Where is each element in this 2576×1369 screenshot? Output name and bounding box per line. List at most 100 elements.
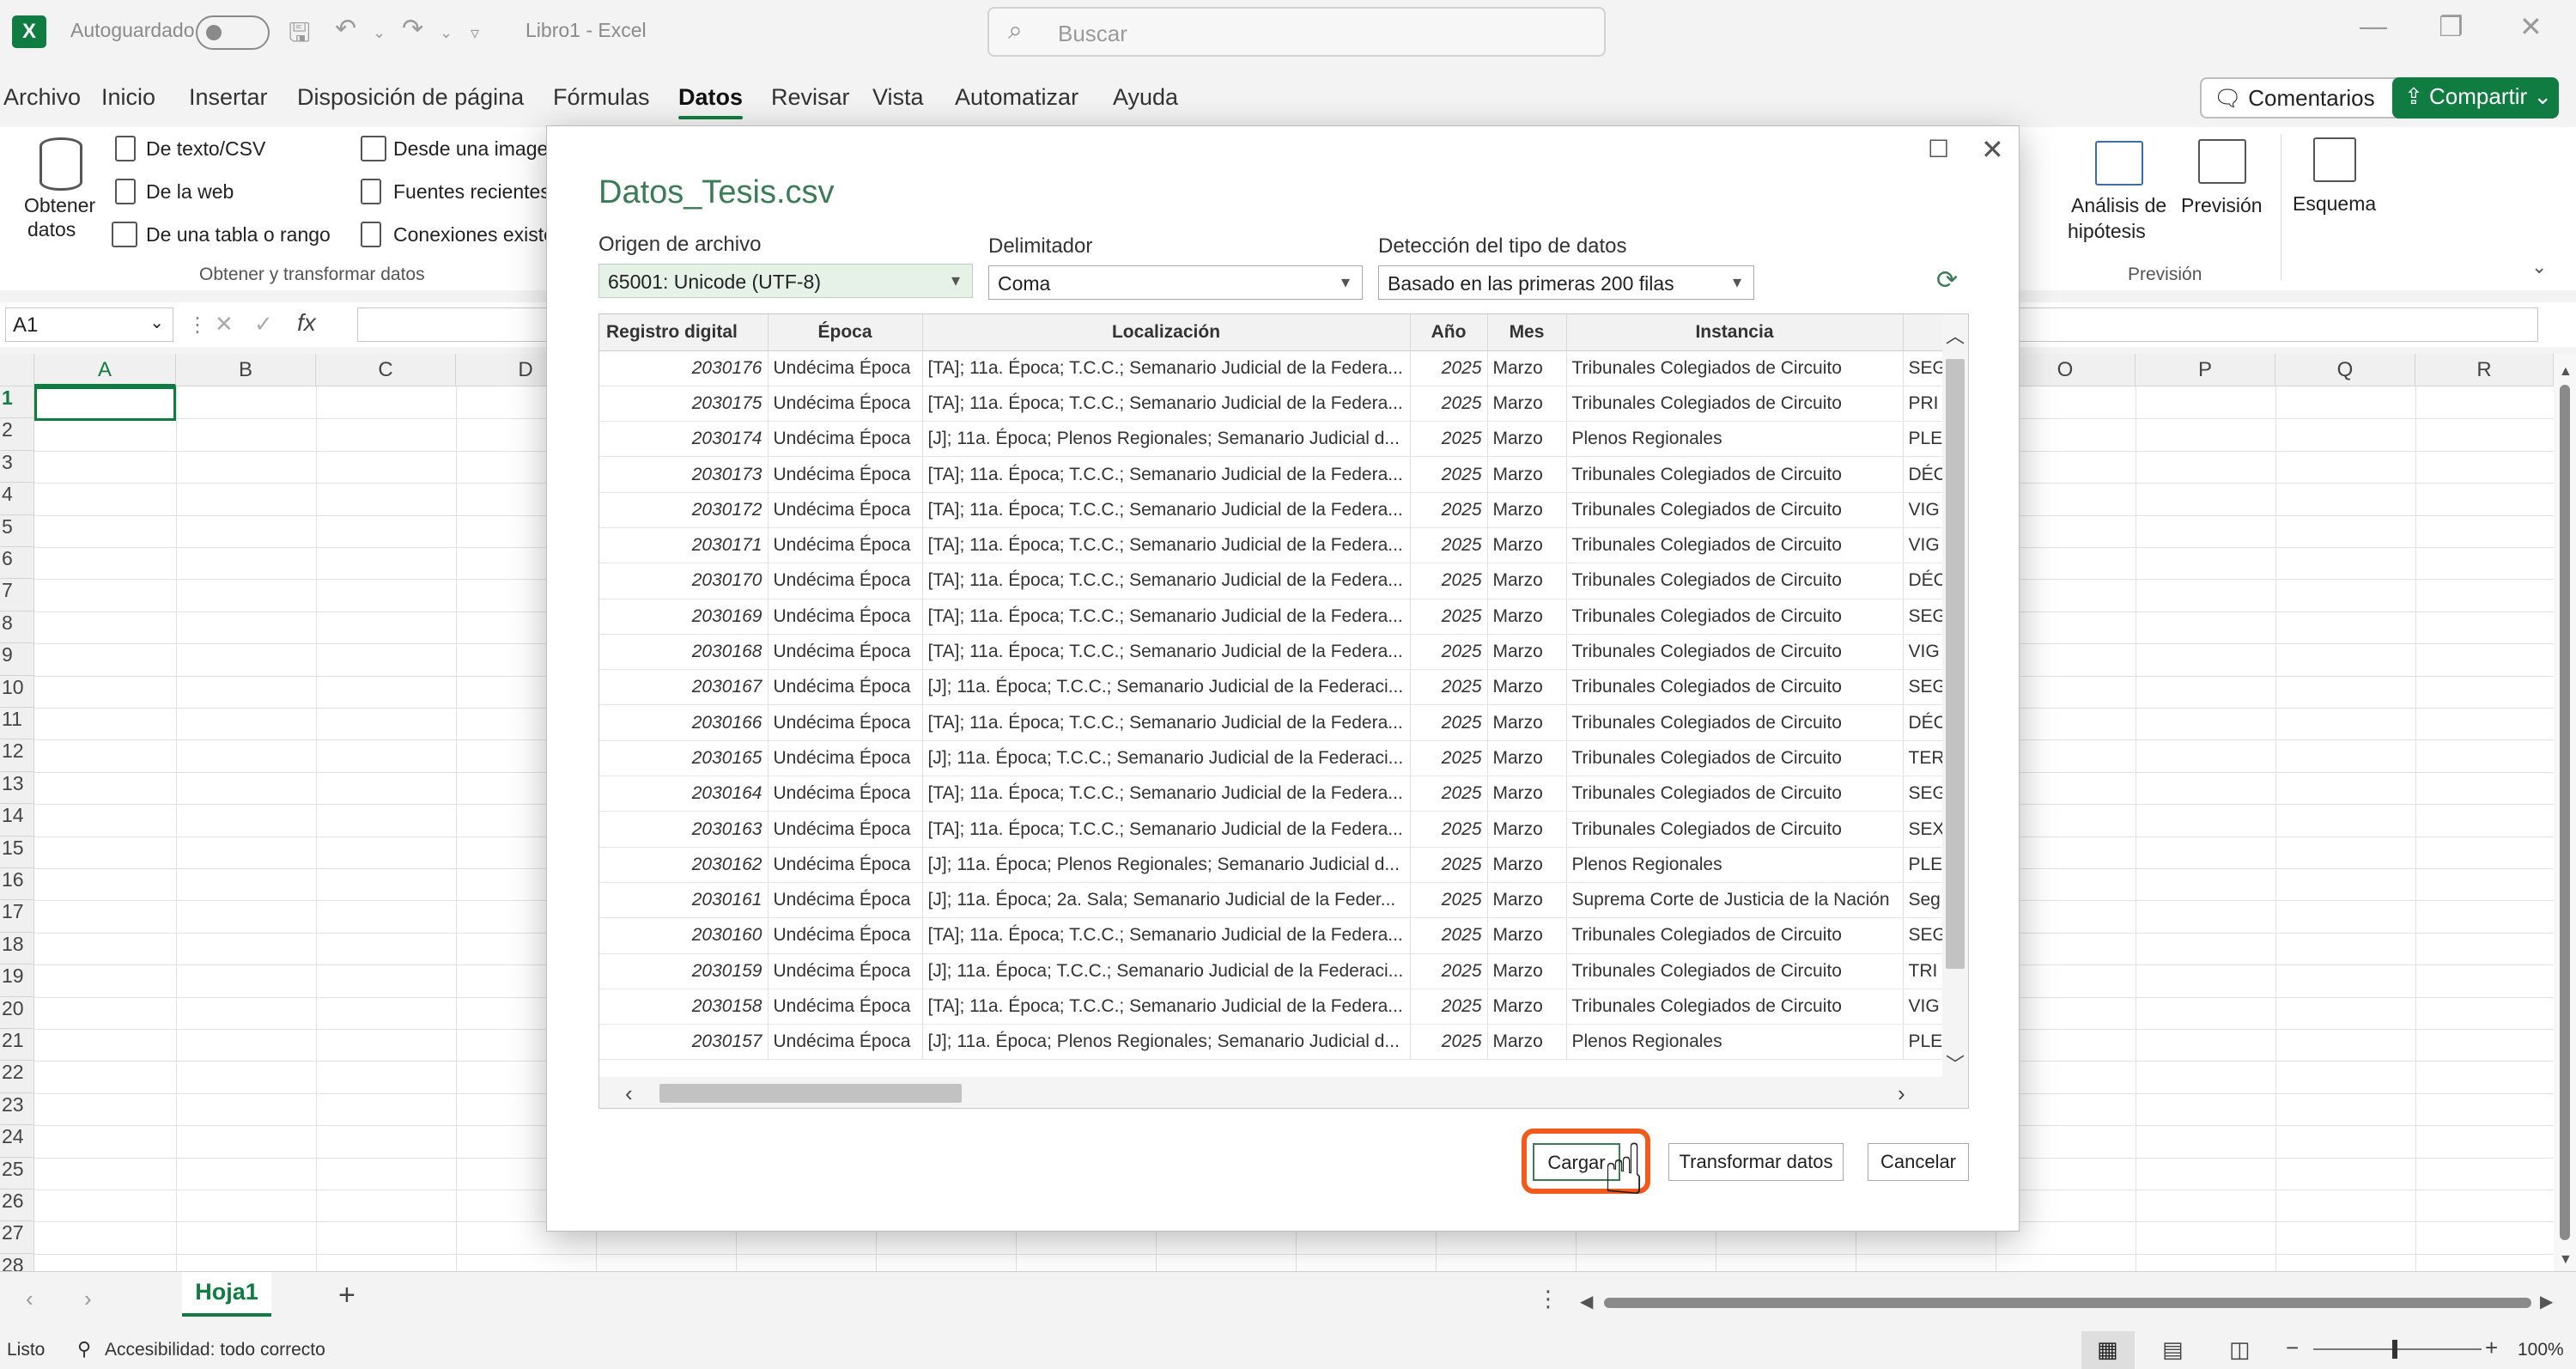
row-header[interactable]: 16 — [0, 868, 34, 901]
selected-cell-a1[interactable] — [34, 386, 176, 421]
maximize-dialog-icon[interactable]: ☐ — [1928, 135, 1949, 163]
save-icon[interactable]: 🖫 — [289, 14, 311, 58]
close-window-icon[interactable]: ✕ — [2519, 10, 2543, 43]
column-header-q[interactable]: Q — [2275, 354, 2415, 386]
column-header-a[interactable]: A — [34, 354, 176, 386]
comments-button[interactable]: 🗨 Comentarios — [2200, 77, 2420, 119]
row-header[interactable]: 17 — [0, 900, 34, 933]
get-data-label-2[interactable]: datos — [27, 218, 76, 241]
detection-dropdown[interactable]: Basado en las primeras 200 filas ▾ — [1378, 265, 1754, 300]
zoom-out-icon[interactable]: − — [2286, 1335, 2299, 1361]
column-header-r[interactable]: R — [2415, 354, 2554, 386]
zoom-in-icon[interactable]: + — [2485, 1335, 2498, 1361]
scroll-down-icon[interactable]: ▼ — [2559, 1252, 2573, 1268]
row-header[interactable]: 4 — [0, 483, 34, 515]
preview-column-header[interactable]: Instancia — [1566, 314, 1904, 351]
zoom-slider-handle[interactable] — [2392, 1340, 2397, 1359]
recent-sources-button[interactable]: Fuentes recientes — [393, 180, 550, 204]
preview-column-header[interactable]: Registro digital — [599, 314, 769, 351]
select-all-corner[interactable] — [0, 354, 34, 386]
preview-scroll-down-icon[interactable]: ﹀ — [1946, 1050, 1965, 1077]
tab-ayuda[interactable]: Ayuda — [1113, 84, 1178, 111]
row-header[interactable]: 5 — [0, 514, 34, 547]
next-sheet-icon[interactable]: › — [84, 1286, 92, 1312]
name-box-chevron-icon[interactable]: ⌄ — [149, 312, 164, 333]
minimize-icon[interactable]: — — [2360, 10, 2387, 42]
tab-formulas[interactable]: Fórmulas — [553, 84, 650, 111]
what-if-label[interactable]: Análisis de — [2071, 194, 2166, 217]
tab-inicio[interactable]: Inicio — [101, 84, 155, 111]
origin-dropdown[interactable]: 65001: Unicode (UTF-8) ▾ — [598, 264, 973, 298]
zoom-level[interactable]: 100% — [2518, 1340, 2564, 1360]
tab-datos[interactable]: Datos — [678, 84, 744, 119]
zoom-slider[interactable] — [2313, 1348, 2482, 1350]
accessibility-status[interactable]: Accesibilidad: todo correcto — [105, 1340, 325, 1360]
row-header[interactable]: 24 — [0, 1125, 34, 1158]
confirm-entry-icon[interactable]: ✓ — [254, 311, 273, 338]
preview-column-header[interactable]: Época — [768, 314, 923, 351]
horizontal-scroll-thumb[interactable] — [1604, 1298, 2531, 1308]
page-break-view-icon[interactable]: ◫ — [2229, 1336, 2251, 1363]
preview-scroll-left-icon[interactable]: ‹ — [625, 1080, 633, 1107]
hscroll-left-icon[interactable]: ◀ — [1580, 1291, 1593, 1312]
row-header[interactable]: 15 — [0, 836, 34, 868]
undo-icon[interactable]: ↶ — [335, 14, 356, 44]
row-header[interactable]: 6 — [0, 547, 34, 580]
outline-button[interactable]: Esquema — [2293, 192, 2376, 216]
preview-column-header[interactable]: Localización — [922, 314, 1411, 351]
preview-scroll-right-icon[interactable]: › — [1898, 1080, 1905, 1107]
close-dialog-icon[interactable]: ✕ — [1981, 133, 2004, 166]
tab-insertar[interactable]: Insertar — [189, 84, 268, 111]
vertical-scrollbar[interactable]: ▲ ▼ — [2554, 354, 2576, 1271]
sheet-options-icon[interactable]: ⋮ — [1537, 1286, 1559, 1312]
column-header-p[interactable]: P — [2136, 354, 2275, 386]
row-header[interactable]: 9 — [0, 643, 34, 676]
row-header[interactable]: 22 — [0, 1061, 34, 1093]
row-header[interactable]: 23 — [0, 1092, 34, 1126]
row-header[interactable]: 21 — [0, 1029, 34, 1062]
row-header[interactable]: 18 — [0, 932, 34, 965]
cancel-entry-icon[interactable]: ✕ — [215, 311, 234, 338]
row-header[interactable]: 13 — [0, 771, 34, 805]
tab-archivo[interactable]: Archivo — [3, 84, 81, 111]
row-header[interactable]: 11 — [0, 708, 34, 740]
add-sheet-icon[interactable]: + — [338, 1279, 355, 1312]
redo-icon[interactable]: ↷ — [402, 14, 423, 44]
forecast-button[interactable]: Previsión — [2181, 194, 2263, 217]
from-image-button[interactable]: Desde una imagen — [393, 137, 559, 161]
row-header[interactable]: 8 — [0, 611, 34, 644]
row-header[interactable]: 3 — [0, 450, 34, 484]
share-button[interactable]: ⇪ Compartir ⌄ — [2392, 77, 2559, 119]
row-header[interactable]: 19 — [0, 964, 34, 997]
row-header[interactable]: 2 — [0, 418, 34, 451]
from-table-button[interactable]: De una tabla o rango — [146, 223, 331, 246]
get-data-label[interactable]: Obtener — [24, 194, 95, 217]
row-header[interactable]: 25 — [0, 1157, 34, 1190]
from-text-csv-button[interactable]: De texto/CSV — [146, 137, 265, 161]
row-header[interactable]: 27 — [0, 1221, 34, 1254]
what-if-label-2[interactable]: hipótesis — [2068, 220, 2146, 243]
preview-vertical-thumb[interactable] — [1946, 359, 1965, 969]
preview-column-header[interactable]: Mes — [1487, 314, 1567, 351]
accessibility-icon[interactable]: ⚲ — [77, 1338, 91, 1360]
row-header[interactable]: 14 — [0, 804, 34, 837]
tab-revisar[interactable]: Revisar — [771, 84, 850, 111]
refresh-preview-icon[interactable]: ⟳ — [1936, 265, 1958, 295]
search-box[interactable]: ⌕ Buscar — [987, 7, 1606, 57]
hscroll-right-icon[interactable]: ▶ — [2540, 1291, 2553, 1312]
row-header[interactable]: 10 — [0, 675, 34, 708]
delimiter-dropdown[interactable]: Coma ▾ — [988, 265, 1363, 300]
sheet-tab-hoja1[interactable]: Hoja1 — [182, 1272, 271, 1317]
column-header-c[interactable]: C — [316, 354, 456, 386]
vertical-scroll-thumb[interactable] — [2560, 385, 2570, 1240]
insert-function-icon[interactable]: fx — [297, 309, 316, 337]
autosave-toggle[interactable] — [196, 15, 270, 50]
undo-dropdown-icon[interactable]: ⌄ — [373, 24, 386, 42]
preview-scroll-up-icon[interactable]: ︿ — [1946, 321, 1965, 349]
transform-data-button[interactable]: Transformar datos — [1668, 1143, 1844, 1181]
prev-sheet-icon[interactable]: ‹ — [26, 1286, 33, 1312]
row-header[interactable]: 26 — [0, 1190, 34, 1222]
row-header[interactable]: 12 — [0, 739, 34, 772]
redo-dropdown-icon[interactable]: ⌄ — [440, 24, 453, 42]
row-header[interactable]: 1 — [0, 386, 34, 419]
